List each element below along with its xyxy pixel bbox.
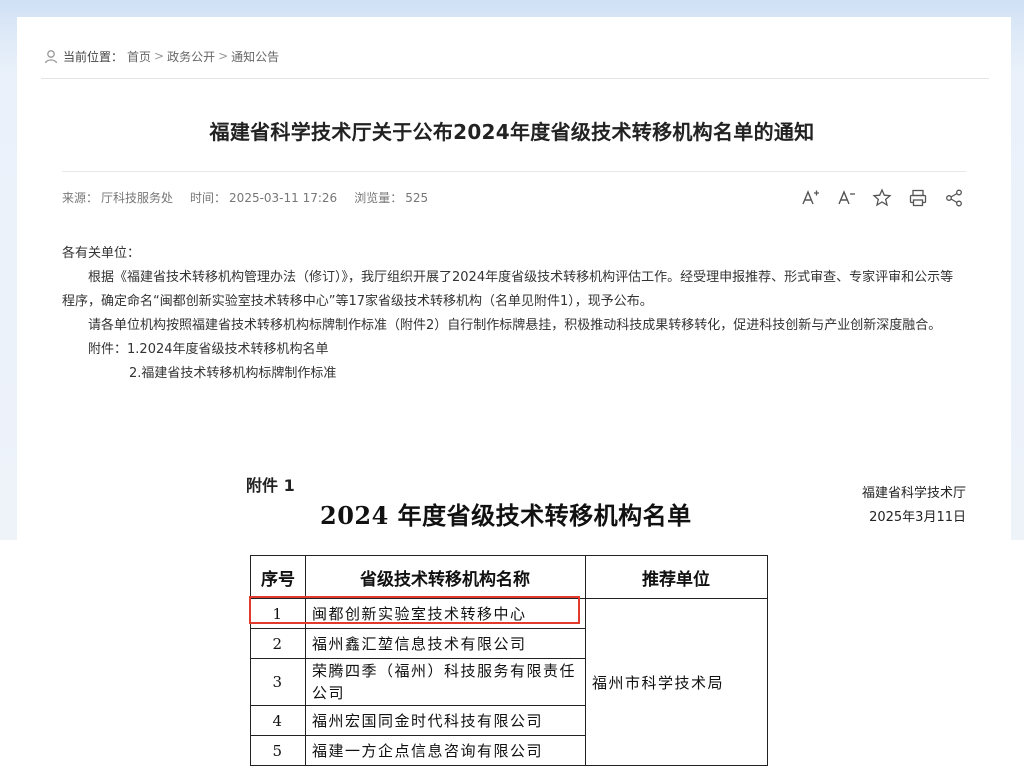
- favorite-button[interactable]: [872, 188, 892, 208]
- annex-label: 附件 1: [246, 476, 295, 495]
- font-decrease-button[interactable]: [836, 188, 856, 208]
- time-info: 时间： 2025-03-11 17:26: [190, 189, 340, 206]
- salutation: 各有关单位：: [62, 246, 141, 261]
- institution-name: 荣腾四季（福州）科技服务有限责任公司: [305, 658, 586, 706]
- divider: [62, 171, 966, 172]
- star-icon: [872, 188, 892, 207]
- print-button[interactable]: [908, 188, 928, 208]
- font-decrease-icon: [838, 190, 855, 205]
- font-increase-icon: [802, 190, 819, 205]
- institution-name: 福州鑫汇堃信息技术有限公司: [305, 628, 586, 659]
- paragraph: 请各单位机构按照福建省技术转移机构标牌制作标准（附件2）自行制作标牌悬挂，积极推…: [88, 318, 942, 333]
- column-header-recommender: 推荐单位: [585, 555, 768, 599]
- issuer-name: 福建省科学技术厅: [861, 486, 966, 501]
- time-value: 2025-03-11 17:26: [229, 191, 338, 205]
- recommender-cell: 福州市科学技术局: [585, 598, 768, 766]
- table-row: 1 闽都创新实验室技术转移中心 福州市科学技术局: [250, 598, 768, 766]
- column-header-name: 省级技术转移机构名称: [305, 555, 586, 599]
- views-value: 525: [405, 191, 429, 205]
- document-title: 2024 年度省级技术转移机构名单: [320, 501, 692, 530]
- table-header-row: 序号 省级技术转移机构名称 推荐单位: [250, 555, 768, 599]
- views-info: 浏览量： 525: [354, 189, 431, 206]
- breadcrumb-separator: >: [218, 49, 229, 63]
- share-button[interactable]: [944, 188, 964, 208]
- attachment-link-1[interactable]: 1.2024年度省级技术转移机构名单: [127, 342, 329, 357]
- institution-name: 闽都创新实验室技术转移中心: [305, 598, 586, 629]
- breadcrumb-home-link[interactable]: 首页: [127, 48, 151, 65]
- paragraph: 根据《福建省技术转移机构管理办法（修订）》，我厅组织开展了2024年度省级技术转…: [62, 270, 954, 309]
- attachment-label: 附件：: [88, 342, 128, 357]
- share-icon: [946, 189, 962, 207]
- column-header-no: 序号: [250, 555, 306, 599]
- institution-table: 序号 省级技术转移机构名称 推荐单位 1 闽都创新实验室技术转移中心 福州市科学…: [250, 555, 768, 766]
- institution-name: 福建一方企点信息咨询有限公司: [305, 735, 586, 766]
- issuer-block: 福建省科学技术厅 2025年3月11日: [862, 482, 966, 530]
- font-increase-button[interactable]: [800, 188, 820, 208]
- attachment-line: 2.福建省技术转移机构标牌制作标准: [62, 362, 966, 386]
- row-number: 5: [250, 735, 306, 766]
- breadcrumb-notice-link[interactable]: 通知公告: [231, 48, 279, 65]
- attachment-link-2[interactable]: 2.福建省技术转移机构标牌制作标准: [129, 366, 336, 381]
- source-value: 厅科技服务处: [101, 191, 174, 205]
- source-label: 来源：: [62, 191, 99, 205]
- time-label: 时间：: [190, 191, 227, 205]
- divider: [41, 78, 989, 79]
- article-meta: 来源： 厅科技服务处 时间： 2025-03-11 17:26 浏览量： 525: [62, 189, 431, 206]
- printer-icon: [909, 189, 927, 207]
- issue-date: 2025年3月11日: [869, 510, 966, 525]
- breadcrumb-separator: >: [154, 49, 165, 63]
- views-label: 浏览量：: [354, 191, 403, 205]
- row-number: 4: [250, 705, 306, 736]
- article-tools: [800, 188, 964, 208]
- breadcrumb: 当前位置： 首页 > 政务公开 > 通知公告: [44, 47, 279, 65]
- breadcrumb-label: 当前位置：: [63, 49, 124, 64]
- source-info: 来源： 厅科技服务处: [62, 189, 176, 206]
- row-number: 2: [250, 628, 306, 659]
- location-icon: [44, 48, 58, 64]
- attachment-line: 附件：1.2024年度省级技术转移机构名单: [62, 338, 966, 362]
- article-title: 福建省科学技术厅关于公布2024年度省级技术转移机构名单的通知: [209, 120, 815, 144]
- row-number: 1: [250, 598, 306, 629]
- breadcrumb-gov-link[interactable]: 政务公开: [167, 48, 215, 65]
- institution-name: 福州宏国同金时代科技有限公司: [305, 705, 586, 736]
- article-body: 各有关单位： 根据《福建省技术转移机构管理办法（修订）》，我厅组织开展了2024…: [62, 242, 966, 386]
- row-number: 3: [250, 658, 306, 706]
